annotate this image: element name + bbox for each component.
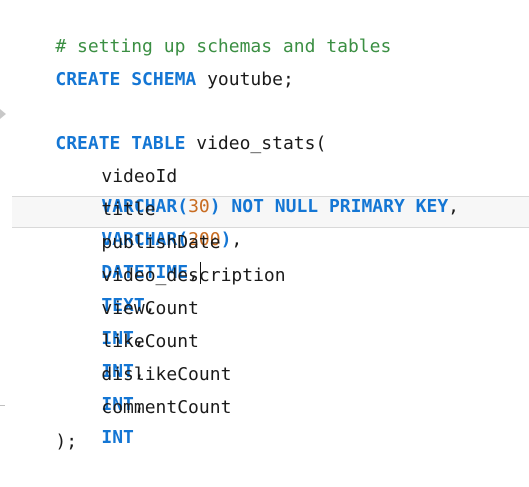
type-keyword: INT <box>101 427 134 448</box>
code-line-4[interactable]: videoId VARCHAR(30) NOT NULL PRIMARY KEY… <box>58 132 459 217</box>
code-line-6[interactable]: publishDate DATETIME, <box>58 198 221 284</box>
create-schema-keyword: CREATE SCHEMA <box>55 69 197 90</box>
code-line-9[interactable]: likeCount INT, <box>58 297 199 382</box>
code-line-1[interactable]: # setting up schemas and tables <box>12 2 391 57</box>
code-line-11[interactable]: commentCount INT <box>58 363 231 448</box>
code-line-8[interactable]: viewCount INT, <box>58 264 199 349</box>
code-line-10[interactable]: dislikeCount INT, <box>58 330 231 415</box>
fold-marker-icon[interactable] <box>0 109 6 119</box>
line-punctuation: , <box>448 196 460 217</box>
closing-statement: ); <box>55 431 78 452</box>
code-line-3[interactable]: CREATE TABLE video_stats( <box>12 99 326 154</box>
constraint-keyword: NOT NULL PRIMARY KEY <box>220 196 449 217</box>
code-line-5[interactable]: title VARCHAR(200), <box>58 165 242 250</box>
code-line-7[interactable]: video_description TEXT, <box>58 231 285 316</box>
sql-editor[interactable]: # setting up schemas and tables CREATE S… <box>0 0 529 452</box>
code-line-12[interactable]: ); <box>12 397 77 452</box>
code-line-2[interactable]: CREATE SCHEMA youtube; <box>12 35 293 90</box>
field-name: commentCount <box>101 397 232 418</box>
schema-name: youtube; <box>196 69 294 90</box>
fold-end-marker <box>0 405 5 406</box>
